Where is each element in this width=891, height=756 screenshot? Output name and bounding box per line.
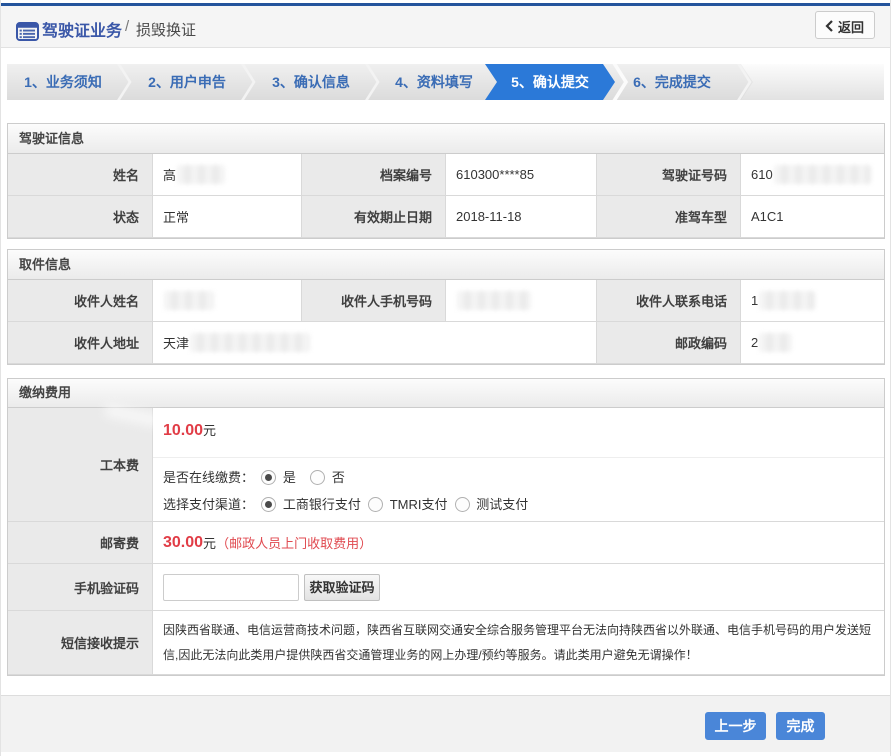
svg-text:3、确认信息: 3、确认信息 [272, 74, 350, 90]
svg-text:4、资料填写: 4、资料填写 [395, 74, 473, 90]
svg-text:2、用户申告: 2、用户申告 [148, 74, 226, 90]
svg-text:5、确认提交: 5、确认提交 [511, 74, 589, 90]
svg-text:1、业务须知: 1、业务须知 [24, 74, 102, 90]
svg-text:6、完成提交: 6、完成提交 [633, 74, 711, 90]
